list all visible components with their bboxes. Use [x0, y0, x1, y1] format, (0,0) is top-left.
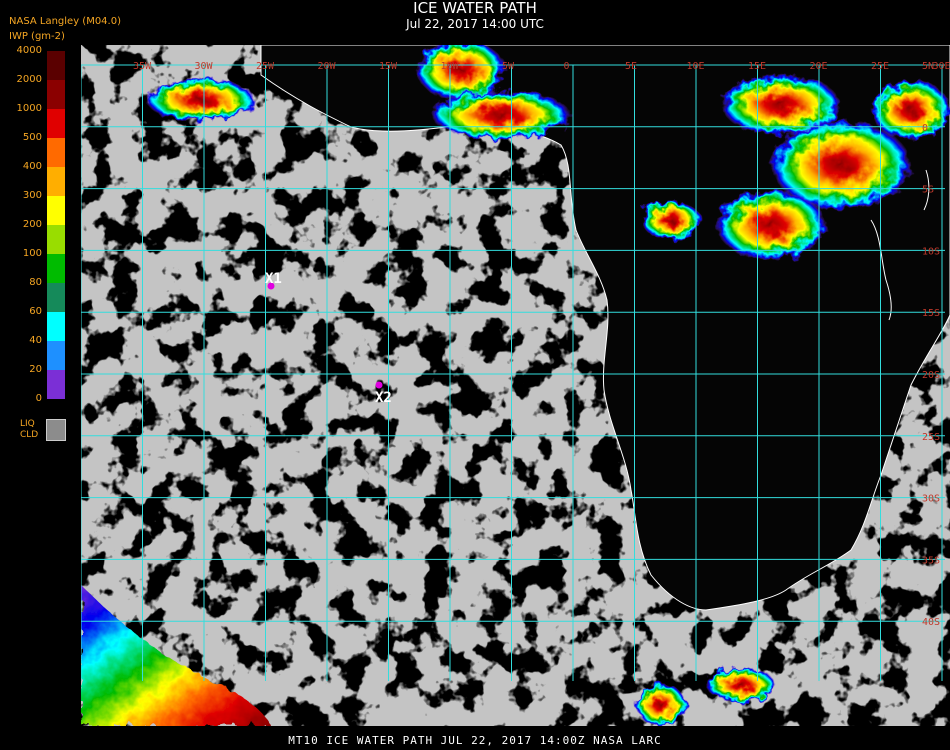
legend-swatch: [46, 138, 65, 167]
longitude-label: 0: [564, 61, 570, 72]
legend-label: 400: [22, 161, 42, 172]
legend-label: 4000: [16, 45, 42, 56]
longitude-label: 35W: [133, 61, 152, 72]
legend-swatch: [46, 225, 65, 254]
liquid-cloud-label: LIQ: [20, 419, 35, 429]
legend-label: 200: [22, 219, 42, 230]
legend-label: 100: [22, 248, 42, 259]
location-marker-label: X1: [265, 271, 282, 287]
longitude-label: 20W: [318, 61, 337, 72]
latitude-label: 30S: [922, 494, 940, 505]
latitude-label: 0: [922, 123, 928, 134]
location-marker-label: X2: [375, 390, 392, 406]
legend-label: 40: [29, 335, 42, 346]
longitude-label: 15W: [379, 61, 398, 72]
legend-label: 20: [29, 364, 42, 375]
legend-swatch: [46, 341, 65, 370]
legend-label: 2000: [16, 74, 42, 85]
legend-label: 1000: [16, 103, 42, 114]
longitude-label: 25E: [871, 61, 889, 72]
longitude-label: 5E: [625, 61, 637, 72]
legend-label: 300: [22, 190, 42, 201]
liquid-cloud-label: CLD: [20, 430, 39, 440]
map-subtitle: Jul 22, 2017 14:00 UTC: [406, 17, 544, 31]
longitude-label: 30W: [195, 61, 214, 72]
longitude-label: 25W: [256, 61, 275, 72]
latitude-label: 35S: [922, 555, 940, 566]
latitude-label: 25S: [922, 432, 940, 443]
legend-label: 60: [29, 306, 42, 317]
legend-swatch: [46, 254, 65, 283]
longitude-label: 20E: [810, 61, 828, 72]
units-label: IWP (gm-2): [9, 31, 65, 42]
longitude-label: 10E: [687, 61, 705, 72]
map-title: ICE WATER PATH: [413, 0, 537, 17]
legend-label: 0: [35, 393, 42, 404]
longitude-label: 30E: [933, 61, 950, 72]
latitude-label: 15S: [922, 308, 940, 319]
location-marker-dot: [375, 381, 383, 389]
latitude-label: 10S: [922, 246, 940, 257]
legend-label: 80: [29, 277, 42, 288]
legend-swatch: [46, 80, 65, 109]
legend-swatch: [46, 370, 65, 399]
footer-caption: MT10 ICE WATER PATH JUL 22, 2017 14:00Z …: [288, 734, 662, 747]
legend-label: 500: [22, 132, 42, 143]
longitude-label: 10W: [441, 61, 460, 72]
longitude-label: 5W: [502, 61, 515, 72]
longitude-label: 15E: [748, 61, 766, 72]
latitude-label: 40S: [922, 617, 940, 628]
latitude-label: 5S: [922, 185, 934, 196]
satellite-map: 35W 30W 25W 20W 15W 10W 5W 0 5E 10E 15E 20E 25E 30E 35…: [81, 45, 950, 726]
latitude-label: 5N: [922, 61, 934, 72]
legend-swatch: [46, 167, 65, 196]
legend-swatch: [46, 283, 65, 312]
legend-swatch: [46, 196, 65, 225]
legend-swatch: [46, 51, 65, 80]
legend-swatch: [46, 312, 65, 341]
latitude-label: 20S: [922, 370, 940, 381]
liquid-cloud-swatch: [46, 419, 66, 441]
legend-swatch: [46, 109, 65, 138]
producer-label: NASA Langley (M04.0): [9, 16, 121, 27]
